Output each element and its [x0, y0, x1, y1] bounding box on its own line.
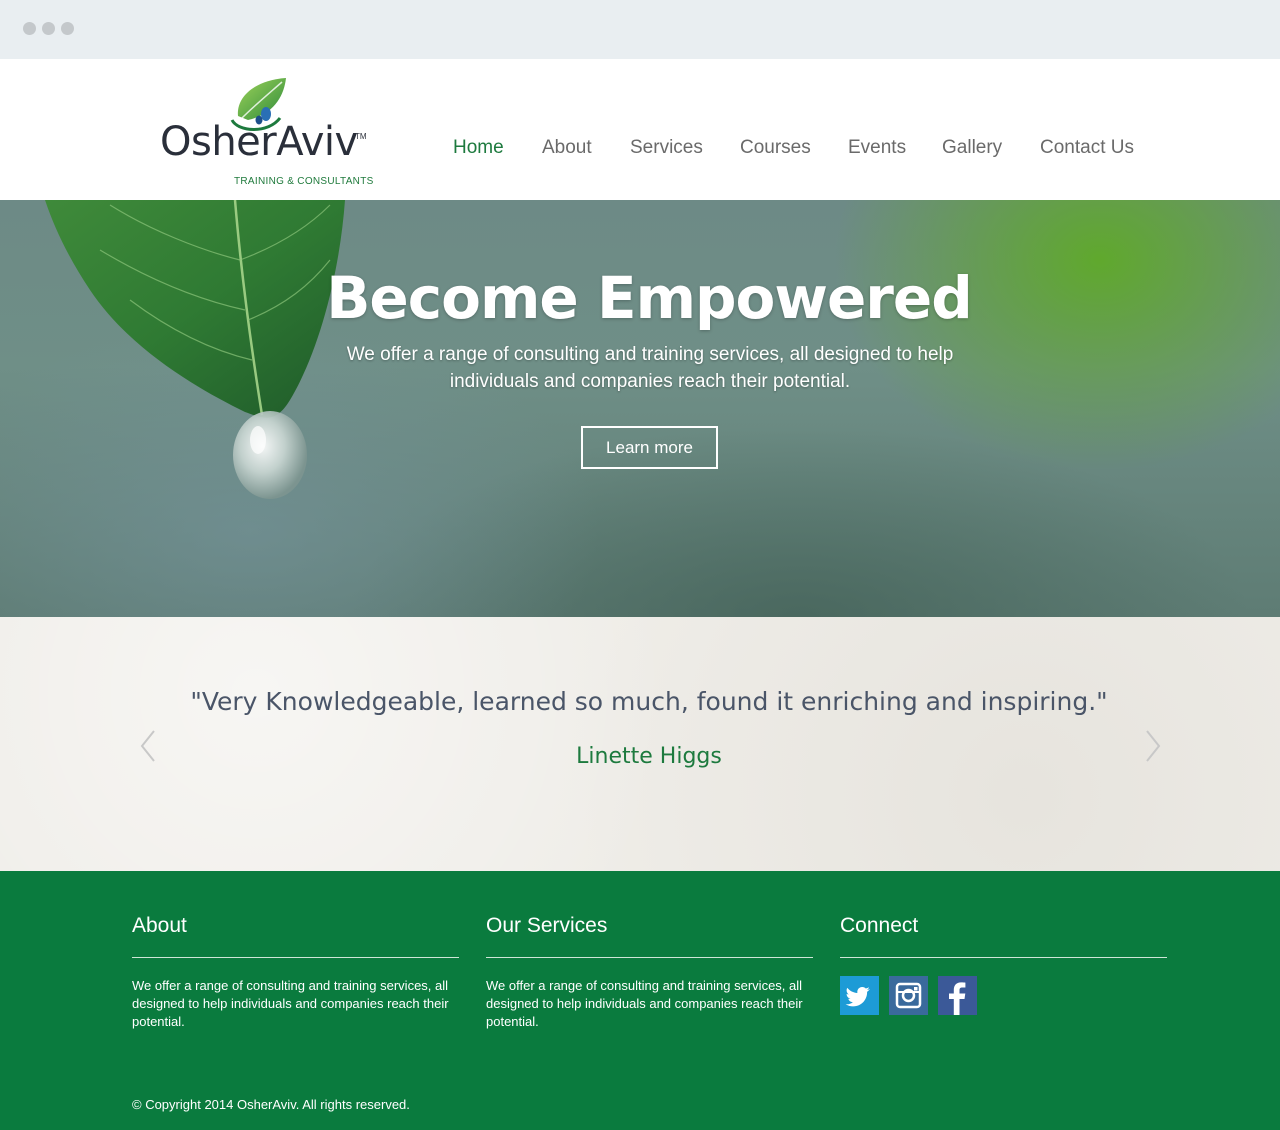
twitter-icon[interactable]: [840, 976, 879, 1015]
nav-item-contact-us[interactable]: Contact Us: [1040, 137, 1134, 159]
copyright-text: © Copyright 2014 OsherAviv. All rights r…: [132, 1097, 410, 1112]
footer-services-text: We offer a range of consulting and train…: [486, 978, 803, 1029]
nav-item-gallery[interactable]: Gallery: [942, 137, 1002, 159]
hero-banner: Become Empowered We offer a range of con…: [0, 200, 1280, 617]
divider: [840, 957, 1167, 958]
footer-services-heading: Our Services: [486, 914, 608, 937]
footer-connect-heading: Connect: [840, 914, 919, 937]
footer-about-text: We offer a range of consulting and train…: [132, 978, 449, 1029]
hero-subtitle: We offer a range of consulting and train…: [346, 344, 954, 392]
nav-item-courses[interactable]: Courses: [740, 137, 811, 159]
leaf-droplet-image: [45, 200, 345, 499]
testimonial-author: Linette Higgs: [576, 744, 722, 769]
hero-title: Become Empowered: [326, 264, 973, 332]
window-dot-icon: [42, 22, 55, 35]
main-nav: Home About Services Courses Events Galle…: [0, 137, 1280, 167]
nav-item-about[interactable]: About: [542, 137, 592, 159]
facebook-icon[interactable]: [938, 976, 977, 1015]
nav-item-events[interactable]: Events: [848, 137, 906, 159]
brand-tagline: TRAINING & CONSULTANTS: [234, 176, 374, 187]
learn-more-button[interactable]: Learn more: [581, 426, 718, 469]
testimonial-section: "Very Knowledgeable, learned so much, fo…: [0, 617, 1280, 871]
divider: [486, 957, 813, 958]
site-footer: About We offer a range of consulting and…: [0, 871, 1280, 1130]
instagram-icon[interactable]: [889, 976, 928, 1015]
divider: [132, 957, 459, 958]
site-header: OsherAviv TM TRAINING & CONSULTANTS Home…: [0, 59, 1280, 200]
window-dot-icon: [61, 22, 74, 35]
nav-item-services[interactable]: Services: [630, 137, 703, 159]
testimonial-quote: "Very Knowledgeable, learned so much, fo…: [190, 687, 1108, 716]
browser-chrome: [0, 0, 1280, 59]
social-links: [840, 976, 980, 1016]
footer-about-heading: About: [132, 914, 187, 937]
chevron-right-icon[interactable]: [1143, 729, 1163, 763]
window-dot-icon: [23, 22, 36, 35]
nav-item-home[interactable]: Home: [453, 137, 504, 159]
